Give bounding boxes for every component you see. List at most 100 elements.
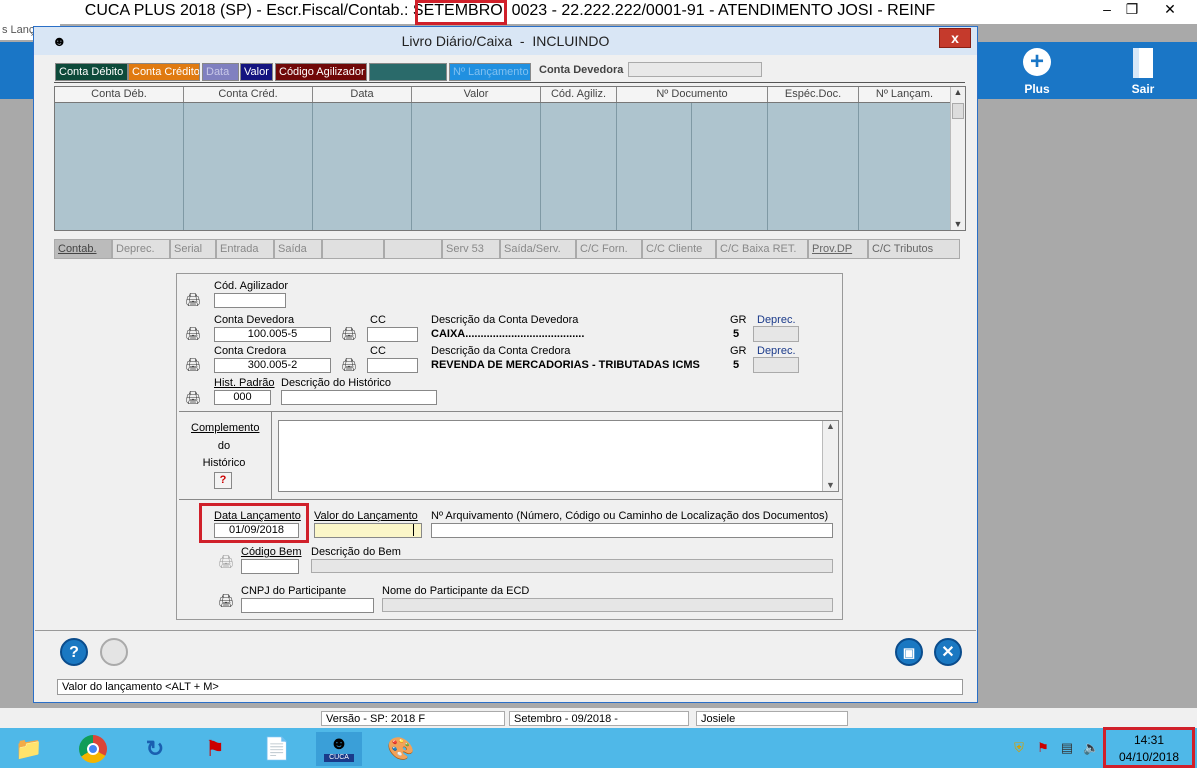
tab-deprec[interactable]: Deprec. xyxy=(112,239,170,259)
cc-credora-input[interactable] xyxy=(367,358,418,373)
complemento-label-do: do xyxy=(217,440,231,452)
col-conta-cred[interactable]: Conta Créd. xyxy=(184,87,313,102)
col-conta-deb[interactable]: Conta Déb. xyxy=(55,87,184,102)
printer-icon[interactable]: 🖨 xyxy=(218,555,235,568)
field-hint: Valor do lançamento <ALT + M> xyxy=(57,679,963,695)
deprec-label: Deprec. xyxy=(757,314,796,326)
tab-serial[interactable]: Serial xyxy=(170,239,216,259)
tab-cc-tributos[interactable]: C/C Tributos xyxy=(868,239,960,259)
dialog-close-button[interactable]: x xyxy=(939,28,971,48)
tab-codigo-agilizador[interactable]: Código Agilizador xyxy=(275,63,367,81)
col-num-lancam[interactable]: Nº Lançam. xyxy=(859,87,950,102)
scroll-thumb[interactable] xyxy=(952,103,964,119)
codigo-bem-input[interactable] xyxy=(241,559,299,574)
tab-saida[interactable]: Saída xyxy=(274,239,322,259)
action-center-icon[interactable]: ⚑ xyxy=(1035,740,1051,756)
desc-historico-input[interactable] xyxy=(281,390,437,405)
scroll-up-icon[interactable]: ▲ xyxy=(823,421,838,431)
status-versao: Versão - SP: 2018 F xyxy=(321,711,505,726)
tab-cc-cliente[interactable]: C/C Cliente xyxy=(642,239,716,259)
tab-contab[interactable]: Contab. xyxy=(54,239,112,259)
cancel-button[interactable]: ✕ xyxy=(934,638,962,666)
scroll-down-icon[interactable]: ▼ xyxy=(951,219,965,229)
col-espec-doc[interactable]: Espéc.Doc. xyxy=(768,87,859,102)
status-periodo: Setembro - 09/2018 - xyxy=(509,711,689,726)
lancamentos-grid[interactable]: Conta Déb. Conta Créd. Data Valor Cód. A… xyxy=(54,86,966,231)
tab-cc-baixa-ret[interactable]: C/C Baixa RET. xyxy=(716,239,808,259)
tab-data[interactable]: Data xyxy=(202,63,239,81)
col-data[interactable]: Data xyxy=(313,87,412,102)
form-panel: 🖨 Cód. Agilizador 🖨 Conta Devedora 100.0… xyxy=(176,273,843,620)
conta-credora-input[interactable]: 300.005-2 xyxy=(214,358,331,373)
divider xyxy=(179,499,842,500)
network-icon[interactable]: ▤ xyxy=(1059,740,1075,756)
tab-numero-lancamento[interactable]: Nº Lançamento xyxy=(449,63,531,81)
shield-icon[interactable]: ⛨ xyxy=(1011,740,1027,756)
hist-padrao-input[interactable]: 000 xyxy=(214,390,271,405)
tab-saida-serv[interactable]: Saída/Serv. xyxy=(500,239,576,259)
tab-conta-credito[interactable]: Conta Crédito xyxy=(128,63,200,81)
deprec-label: Deprec. xyxy=(757,345,796,357)
textarea-scrollbar[interactable]: ▲ ▼ xyxy=(822,421,838,491)
arquivamento-input[interactable] xyxy=(431,523,833,538)
tab-prov-dp[interactable]: Prov.DP xyxy=(808,239,868,259)
remote-app-icon[interactable]: ↻ xyxy=(132,732,178,766)
complemento-label: Complemento xyxy=(191,422,260,434)
printer-icon[interactable]: 🖨 xyxy=(185,391,202,404)
tab-conta-debito[interactable]: Conta Débito xyxy=(55,63,128,81)
gr-label: GR xyxy=(730,314,747,326)
printer-icon[interactable]: 🖨 xyxy=(218,594,235,607)
dialog-title: Livro Diário/Caixa - INCLUINDO xyxy=(401,33,610,49)
col-valor[interactable]: Valor xyxy=(412,87,541,102)
flag-icon[interactable]: ⚑ xyxy=(192,732,238,766)
divider xyxy=(179,411,842,412)
outer-close-button[interactable]: ✕ xyxy=(1152,0,1188,20)
divider xyxy=(35,630,976,631)
tab-cc-forn[interactable]: C/C Forn. xyxy=(576,239,642,259)
printer-icon[interactable]: 🖨 xyxy=(185,293,202,306)
plus-button[interactable]: + Plus xyxy=(1007,48,1067,98)
save-button[interactable]: ▣ xyxy=(895,638,923,666)
exit-label: Sair xyxy=(1131,82,1155,96)
cod-agilizador-input[interactable] xyxy=(214,293,286,308)
tab-blank[interactable] xyxy=(369,63,447,81)
cnpj-participante-input[interactable] xyxy=(241,598,374,613)
col-cod-agiliz[interactable]: Cód. Agiliz. xyxy=(541,87,617,102)
printer-icon[interactable]: 🖨 xyxy=(341,358,358,371)
tab-blank-2[interactable] xyxy=(384,239,442,259)
desc-historico-label: Descrição do Histórico xyxy=(281,377,392,389)
cuca-app-icon[interactable]: ☻ CUCA xyxy=(316,732,362,766)
scroll-down-icon[interactable]: ▼ xyxy=(823,480,838,490)
paint-icon[interactable]: 🎨 xyxy=(378,732,424,766)
printer-icon[interactable]: 🖨 xyxy=(341,327,358,340)
document-icon[interactable]: 📄 xyxy=(254,732,300,766)
livro-diario-dialog: ☻ Livro Diário/Caixa - INCLUINDO x Conta… xyxy=(33,26,978,703)
grid-scrollbar[interactable]: ▲ ▼ xyxy=(950,87,965,230)
col-num-documento[interactable]: Nº Documento xyxy=(617,87,768,102)
tab-serv-53[interactable]: Serv 53 xyxy=(442,239,500,259)
volume-muted-icon[interactable]: 🔈 xyxy=(1083,740,1099,756)
cc-devedora-input[interactable] xyxy=(367,327,418,342)
tab-blank-1[interactable] xyxy=(322,239,384,259)
restore-button[interactable]: ❐ xyxy=(1114,0,1150,20)
deprec-devedora-field xyxy=(753,326,799,342)
disabled-round-button[interactable] xyxy=(100,638,128,666)
file-explorer-icon[interactable]: 📁 xyxy=(6,732,52,766)
help-historico-button[interactable]: ? xyxy=(214,472,232,489)
outer-window-title: CUCA PLUS 2018 (SP) - Escr.Fiscal/Contab… xyxy=(84,2,936,19)
valor-lancamento-input[interactable] xyxy=(314,523,422,538)
chrome-icon[interactable] xyxy=(70,732,116,766)
printer-icon[interactable]: 🖨 xyxy=(185,358,202,371)
printer-icon[interactable]: 🖨 xyxy=(185,327,202,340)
gr-credora-value: 5 xyxy=(733,359,740,371)
tab-entrada[interactable]: Entrada xyxy=(216,239,274,259)
status-usuario: Josiele xyxy=(696,711,848,726)
gr-label: GR xyxy=(730,345,747,357)
tab-valor[interactable]: Valor xyxy=(240,63,273,81)
scroll-up-icon[interactable]: ▲ xyxy=(951,87,965,97)
complemento-textarea[interactable]: ▲ ▼ xyxy=(278,420,839,492)
exit-button[interactable]: Sair xyxy=(1113,48,1173,98)
conta-devedora-input[interactable]: 100.005-5 xyxy=(214,327,331,342)
help-button[interactable]: ? xyxy=(60,638,88,666)
conta-devedora-label: Conta Devedora xyxy=(214,314,295,326)
